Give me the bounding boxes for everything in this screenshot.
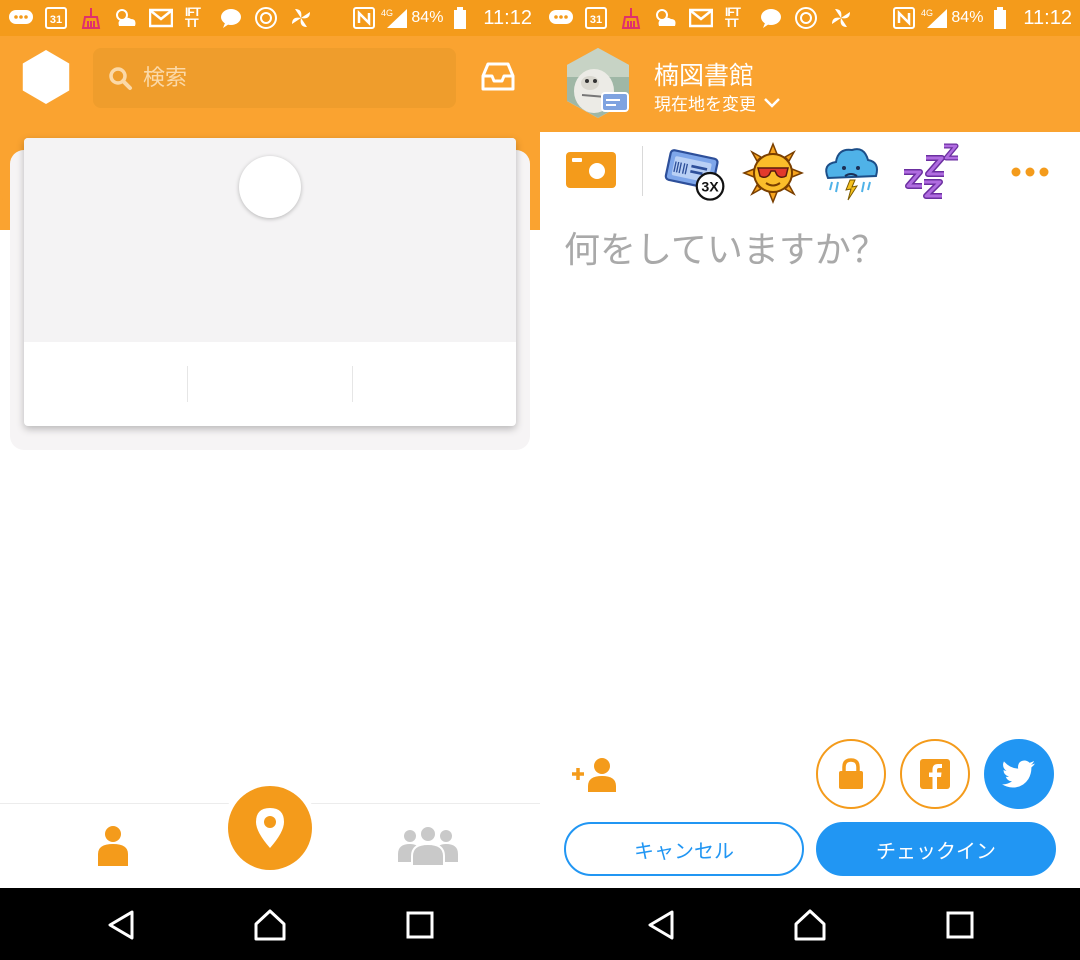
messages-icon (8, 7, 34, 29)
clock: 11:12 (483, 6, 532, 29)
add-friend-icon[interactable] (570, 756, 618, 792)
profile-card[interactable] (24, 138, 516, 426)
svg-text:4G: 4G (381, 8, 393, 18)
back-icon[interactable] (104, 908, 138, 942)
android-nav-bar (0, 888, 540, 960)
android-nav-bar (540, 888, 1080, 960)
stat-divider (352, 366, 353, 402)
checkin-button[interactable]: チェックイン (816, 822, 1056, 876)
broom-icon (618, 7, 644, 29)
ifttt-icon: IFT TT (725, 5, 741, 30)
search-bar[interactable] (93, 48, 456, 108)
ticket-sticker[interactable]: 3X (664, 142, 726, 204)
gmail-icon (688, 7, 714, 29)
camera-icon[interactable] (566, 152, 616, 188)
ifttt-icon: IFT TT (185, 5, 201, 30)
search-icon (109, 67, 132, 90)
weather-icon (113, 7, 139, 29)
card-avatar (239, 156, 301, 218)
calendar-icon: 31 (583, 7, 609, 29)
status-bar: 31 IFT TT 4G 84% 11:12 (540, 0, 1080, 36)
shout-input[interactable] (564, 220, 1064, 280)
change-location-link[interactable]: 現在地を変更 (654, 90, 780, 115)
weather-icon (653, 7, 679, 29)
pinwheel-icon (828, 7, 854, 29)
home-icon[interactable] (253, 908, 287, 942)
signal-icon: 4G (921, 7, 948, 29)
svg-text:4G: 4G (921, 8, 933, 18)
inbox-icon[interactable] (480, 58, 516, 94)
stat-divider (187, 366, 188, 402)
chevron-down-icon (764, 97, 780, 108)
nfc-icon (891, 7, 917, 29)
more-options-icon[interactable] (1010, 166, 1050, 178)
facebook-share-button[interactable] (900, 739, 970, 809)
recents-icon[interactable] (943, 908, 977, 942)
chat-bubble-icon (218, 7, 244, 29)
storm-cloud-sticker[interactable] (820, 142, 882, 204)
gmail-icon (148, 7, 174, 29)
signal-icon: 4G (381, 7, 408, 29)
messages-icon (548, 7, 574, 29)
change-location-label: 現在地を変更 (654, 95, 756, 115)
nfc-icon (351, 7, 377, 29)
cancel-button[interactable]: キャンセル (564, 822, 804, 876)
facebook-icon (920, 759, 950, 789)
profile-tab-person-icon[interactable] (96, 824, 130, 866)
lock-icon (839, 758, 863, 789)
battery-icon (447, 7, 473, 29)
battery-percent: 84% (951, 9, 984, 26)
twitter-share-button[interactable] (984, 739, 1054, 809)
swarm-icon (793, 7, 819, 29)
recents-icon[interactable] (403, 908, 437, 942)
battery-percent: 84% (411, 9, 444, 26)
private-checkin-button[interactable] (816, 739, 886, 809)
clock: 11:12 (1023, 6, 1072, 29)
calendar-icon: 31 (43, 7, 69, 29)
pinwheel-icon (288, 7, 314, 29)
search-input[interactable] (143, 65, 423, 91)
home-icon[interactable] (793, 908, 827, 942)
swarm-icon (253, 7, 279, 29)
venue-name: 楠図書館 (654, 61, 755, 90)
sleep-zzz-sticker[interactable] (898, 142, 960, 204)
checkin-tab-button[interactable] (228, 786, 312, 870)
sunglasses-sun-sticker[interactable] (742, 142, 804, 204)
chat-bubble-icon (758, 7, 784, 29)
battery-icon (987, 7, 1013, 29)
back-icon[interactable] (644, 908, 678, 942)
broom-icon (78, 7, 104, 29)
checkin-screen: 31 IFT TT 4G 84% 11:12 楠図書館 現在地を変更 3X 何を… (540, 0, 1080, 960)
toolbar-divider (642, 146, 643, 196)
friends-tab-group-icon[interactable] (398, 824, 458, 866)
venue-photo-avatar[interactable] (562, 47, 634, 119)
map-pin-icon (256, 808, 284, 848)
sticker-badge: 3X (701, 180, 719, 196)
twitter-bird-icon (1002, 760, 1035, 788)
status-bar: 31 IFT TT 4G 84% 11:12 (0, 0, 540, 36)
home-screen: 31 IFT TT 4G 84% 11:12 (0, 0, 540, 960)
